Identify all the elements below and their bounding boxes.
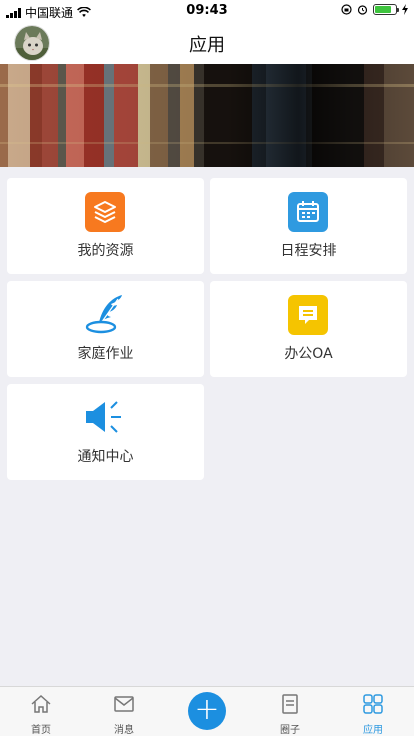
header: 应用 xyxy=(0,22,414,64)
add-button[interactable]: + xyxy=(188,692,226,730)
tab-label: 应用 xyxy=(363,725,383,736)
app-label: 日程安排 xyxy=(280,243,337,259)
calendar-icon xyxy=(288,192,328,232)
tab-label: 首页 xyxy=(31,725,51,736)
tab-messages[interactable]: 消息 xyxy=(94,693,154,736)
feather-quill-icon xyxy=(81,291,129,339)
app-card-notifications[interactable]: 通知中心 xyxy=(7,384,204,480)
document-icon xyxy=(282,694,298,714)
app-card-homework[interactable]: 家庭作业 xyxy=(7,281,204,377)
tab-label: 消息 xyxy=(114,725,134,736)
tab-circle[interactable]: 圈子 xyxy=(260,693,320,736)
status-bar: 中国联通 09:43 xyxy=(0,0,414,22)
page-title: 应用 xyxy=(189,35,225,56)
tab-label: 圈子 xyxy=(280,725,300,736)
app-label: 家庭作业 xyxy=(77,346,134,362)
mail-icon xyxy=(114,696,134,712)
charging-icon xyxy=(402,4,408,15)
layers-icon xyxy=(85,192,125,232)
grid-apps-icon xyxy=(363,694,383,714)
home-icon xyxy=(31,694,51,713)
alarm-icon xyxy=(357,5,368,15)
app-card-resources[interactable]: 我的资源 xyxy=(7,178,204,274)
app-label: 通知中心 xyxy=(77,449,134,465)
banner-image xyxy=(0,64,414,167)
tab-home[interactable]: 首页 xyxy=(11,693,71,736)
app-card-schedule[interactable]: 日程安排 xyxy=(210,178,407,274)
app-label: 办公OA xyxy=(284,346,333,362)
speaker-icon xyxy=(81,396,129,440)
message-icon xyxy=(288,295,328,335)
app-label: 我的资源 xyxy=(77,243,134,259)
tab-apps[interactable]: 应用 xyxy=(343,693,403,736)
battery-icon xyxy=(373,4,399,15)
orientation-lock-icon xyxy=(341,4,352,15)
app-card-oa[interactable]: 办公OA xyxy=(210,281,407,377)
